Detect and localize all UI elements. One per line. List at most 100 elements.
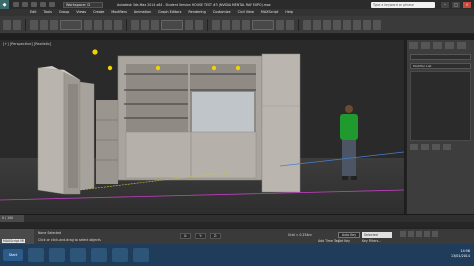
close-icon[interactable]: × [463, 1, 471, 8]
menu-customize[interactable]: Customize [213, 9, 231, 16]
y-coord-field[interactable]: Y: [195, 233, 206, 239]
modify-tab-icon[interactable] [421, 42, 430, 49]
menu-views[interactable]: Views [76, 9, 86, 16]
modifier-list-dropdown[interactable]: Modifier List [410, 63, 471, 69]
menu-modifiers[interactable]: Modifiers [111, 9, 126, 16]
minimize-icon[interactable]: – [441, 1, 449, 8]
taskbar-app-icon[interactable] [133, 248, 149, 262]
hierarchy-tab-icon[interactable] [433, 42, 442, 49]
z-coord-field[interactable]: Z: [209, 233, 222, 239]
previous-frame-icon[interactable] [408, 231, 414, 237]
play-icon[interactable] [416, 231, 422, 237]
object-name-field[interactable] [410, 54, 471, 60]
select-object-icon[interactable] [84, 19, 92, 30]
set-key-button[interactable]: Set Key [338, 239, 350, 243]
save-file-icon[interactable] [31, 2, 37, 7]
material-editor-icon[interactable] [343, 19, 351, 30]
system-tray-clock[interactable]: 14:56 13/01/2014 [451, 249, 470, 259]
menu-maxscript[interactable]: MAXScript [261, 9, 278, 16]
move-icon[interactable] [131, 19, 139, 30]
go-to-start-icon[interactable] [400, 231, 406, 237]
link-icon[interactable] [30, 19, 38, 30]
redo-icon[interactable] [49, 2, 55, 7]
perspective-viewport[interactable]: [+] [Perspective] [Realistic] [0, 40, 404, 214]
make-unique-icon[interactable] [432, 144, 440, 150]
open-file-icon[interactable] [22, 2, 28, 7]
undo-button-icon[interactable] [3, 19, 11, 30]
window-crossing-icon[interactable] [114, 19, 122, 30]
x-coord-field[interactable]: X: [180, 233, 192, 239]
right-tall-cabinet[interactable] [261, 53, 301, 193]
taskbar-media-icon[interactable] [70, 248, 86, 262]
menu-tools[interactable]: Tools [44, 9, 52, 16]
taskbar-explorer-icon[interactable] [28, 248, 44, 262]
render-setup-icon[interactable] [353, 19, 361, 30]
select-manipulate-icon[interactable] [195, 19, 203, 30]
menu-rendering[interactable]: Rendering [188, 9, 205, 16]
pin-stack-icon[interactable] [410, 144, 418, 150]
human-figure[interactable] [340, 105, 358, 180]
key-filters-button[interactable]: Key Filters... [362, 239, 381, 243]
named-selection-sets-dropdown[interactable] [252, 19, 274, 30]
viewport-label[interactable]: [+] [Perspective] [Realistic] [3, 42, 51, 46]
left-wardrobe[interactable] [37, 66, 81, 195]
menu-create[interactable]: Create [93, 9, 104, 16]
modifier-stack[interactable] [410, 71, 471, 141]
taskbar-browser-icon[interactable] [49, 248, 65, 262]
render-production-icon[interactable] [373, 19, 381, 30]
mirror-icon[interactable] [276, 19, 284, 30]
reference-coordinate-dropdown[interactable] [161, 19, 183, 30]
scale-icon[interactable] [151, 19, 159, 30]
selection-filter-dropdown[interactable] [60, 19, 82, 30]
search-input[interactable]: Type a keyword or phrase [371, 1, 435, 8]
curve-editor-icon[interactable] [323, 19, 331, 30]
remove-modifier-icon[interactable] [443, 144, 451, 150]
new-file-icon[interactable] [13, 2, 19, 7]
timeline[interactable]: 0 / 100 [0, 214, 474, 222]
auto-key-button[interactable]: Auto Key [338, 232, 360, 238]
rectangular-selection-icon[interactable] [104, 19, 112, 30]
status-bar: MAXScript Mi None Selected Click or clic… [0, 228, 474, 245]
key-mode-dropdown[interactable]: Selected [362, 232, 392, 238]
display-tab-icon[interactable] [457, 42, 466, 49]
rendered-frame-window-icon[interactable] [363, 19, 371, 30]
graphite-ribbon-icon[interactable] [313, 19, 321, 30]
menu-edit[interactable]: Edit [30, 9, 37, 16]
show-end-result-icon[interactable] [421, 144, 429, 150]
snaps-toggle-icon[interactable] [212, 19, 220, 30]
go-to-end-icon[interactable] [432, 231, 438, 237]
unlink-icon[interactable] [40, 19, 48, 30]
quick-access-toolbar [13, 2, 55, 7]
taskbar-3dsmax-icon[interactable] [91, 248, 107, 262]
app-logo-icon[interactable]: ◆ [0, 0, 9, 9]
undo-icon[interactable] [40, 2, 46, 7]
rotate-icon[interactable] [141, 19, 149, 30]
percent-snap-icon[interactable] [232, 19, 240, 30]
align-icon[interactable] [286, 19, 294, 30]
workspace-dropdown[interactable]: Workspace: D [63, 1, 103, 8]
middle-left-unit[interactable] [79, 81, 118, 191]
create-tab-icon[interactable] [409, 42, 418, 49]
menu-animation[interactable]: Animation [134, 9, 151, 16]
central-shelving-unit[interactable] [117, 55, 263, 181]
add-time-tag-button[interactable]: Add Time Tag [318, 239, 339, 243]
schematic-view-icon[interactable] [333, 19, 341, 30]
angle-snap-icon[interactable] [222, 19, 230, 30]
spinner-snap-icon[interactable] [242, 19, 250, 30]
menu-graph-editors[interactable]: Graph Editors [158, 9, 181, 16]
maximize-icon[interactable]: □ [452, 1, 460, 8]
select-by-name-icon[interactable] [94, 19, 102, 30]
layer-manager-icon[interactable] [303, 19, 311, 30]
bind-space-warp-icon[interactable] [50, 19, 58, 30]
redo-button-icon[interactable] [13, 19, 21, 30]
menu-group[interactable]: Group [59, 9, 69, 16]
pivot-center-icon[interactable] [185, 19, 193, 30]
menu-civil-view[interactable]: Civil View [238, 9, 254, 16]
taskbar-app-icon[interactable] [112, 248, 128, 262]
next-frame-icon[interactable] [424, 231, 430, 237]
start-button[interactable]: Start [3, 249, 23, 261]
maxscript-listener[interactable]: MAXScript Mi [0, 229, 34, 245]
menu-help[interactable]: Help [285, 9, 293, 16]
time-slider[interactable]: 0 / 100 [0, 215, 24, 222]
motion-tab-icon[interactable] [445, 42, 454, 49]
